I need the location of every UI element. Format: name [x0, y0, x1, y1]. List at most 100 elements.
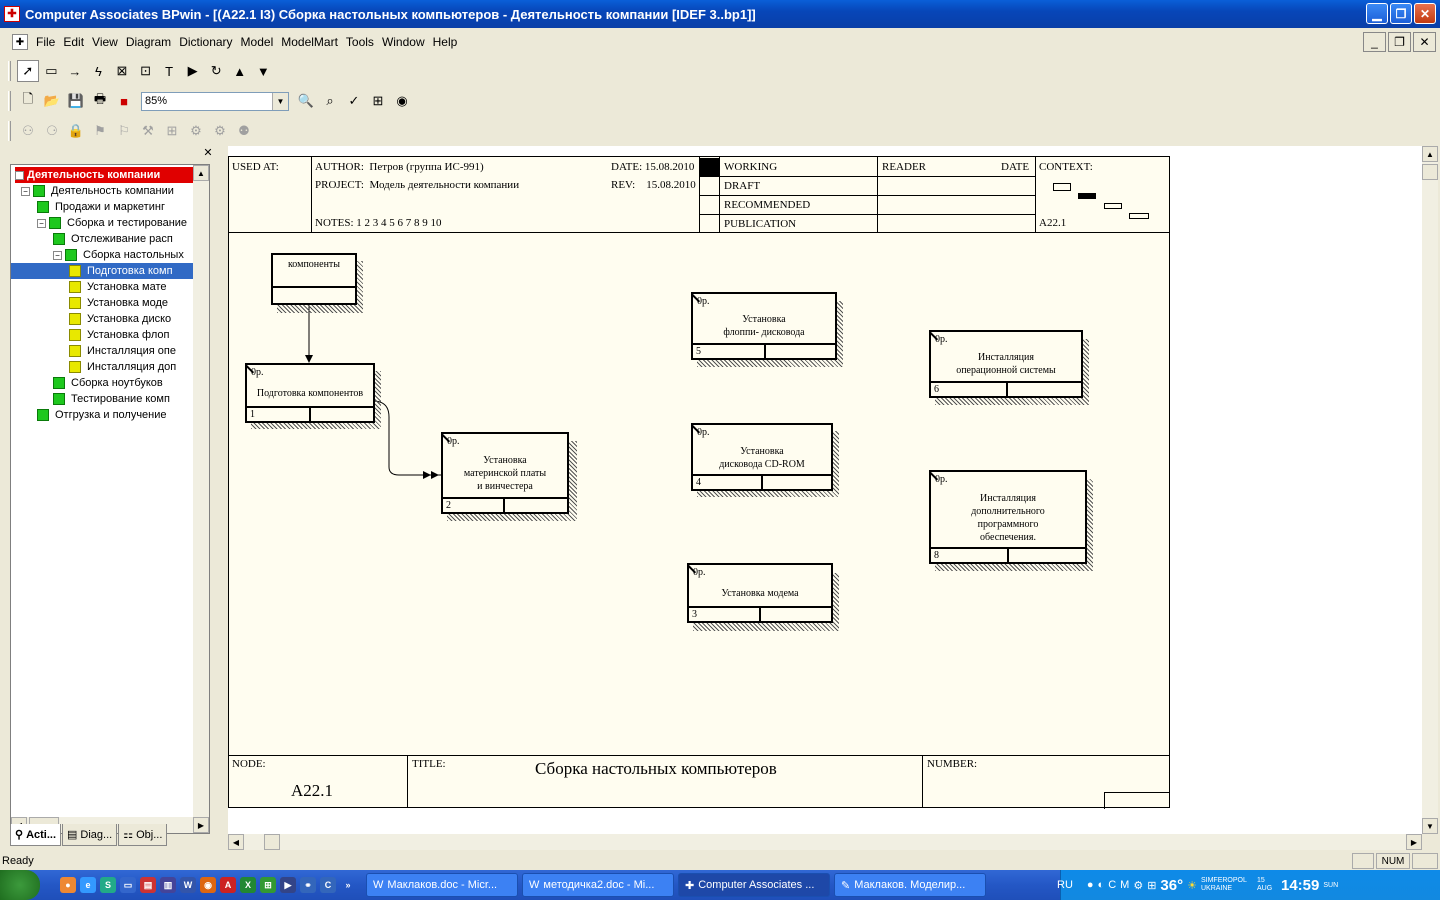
activity-block-5[interactable]: 0р. Установка флоппи- дисковода 5: [685, 292, 837, 360]
tree-item[interactable]: Тестирование комп: [53, 391, 170, 407]
document-icon[interactable]: ✚: [12, 34, 28, 50]
desktop-icon[interactable]: ▭: [120, 877, 136, 893]
tree-item[interactable]: Инсталляция опе: [69, 343, 176, 359]
media-icon[interactable]: ▶: [280, 877, 296, 893]
tray-icon[interactable]: ⊞: [1147, 879, 1156, 892]
up-level-icon[interactable]: ▲: [229, 60, 251, 82]
tab-diagrams[interactable]: ▤ Diag...: [62, 824, 118, 846]
menu-dictionary[interactable]: Dictionary: [175, 35, 236, 49]
menu-view[interactable]: View: [88, 35, 122, 49]
doc-close-button[interactable]: ✕: [1413, 32, 1436, 52]
tray-icon[interactable]: ⚙: [1133, 879, 1143, 892]
menu-model[interactable]: Model: [237, 35, 278, 49]
activity-block-2[interactable]: 0р. Установка материнской платы и винчес…: [435, 432, 569, 514]
tree-item[interactable]: Установка флоп: [69, 327, 169, 343]
box-tool-icon[interactable]: ▭: [41, 60, 63, 82]
task-button[interactable]: W Маклаков.doc - Micr...: [366, 873, 518, 897]
tree-root[interactable]: ⊟ Деятельность компании: [15, 167, 193, 183]
tray-icon[interactable]: M: [1120, 879, 1129, 891]
tree-item-selected[interactable]: Подготовка комп: [11, 263, 195, 279]
tab-objects[interactable]: ⚏ Obj...: [118, 824, 168, 846]
doc-restore-button[interactable]: ❐: [1388, 32, 1411, 52]
diagram-canvas[interactable]: USED AT: AUTHOR: Петров (группа ИС-991) …: [228, 146, 1422, 834]
referent-components[interactable]: компоненты: [271, 253, 357, 305]
go-to-parent-icon[interactable]: ▶: [182, 60, 204, 82]
model-explorer-icon[interactable]: ⊞: [367, 90, 389, 112]
menu-file[interactable]: File: [32, 35, 59, 49]
tree-item[interactable]: Инсталляция доп: [69, 359, 176, 375]
close-button[interactable]: ✕: [1414, 3, 1436, 24]
tree-item[interactable]: Установка диско: [69, 311, 171, 327]
zoom-fit-icon[interactable]: ⌕: [319, 90, 341, 112]
zoom-in-icon[interactable]: 🔍: [295, 90, 317, 112]
referent-tool-icon[interactable]: ⊠: [111, 60, 133, 82]
app-icon[interactable]: ▤: [140, 877, 156, 893]
tree-item[interactable]: − Деятельность компании: [21, 183, 174, 199]
tree-item[interactable]: Сборка ноутбуков: [53, 375, 163, 391]
skype-icon[interactable]: S: [100, 877, 116, 893]
excel-icon[interactable]: X: [240, 877, 256, 893]
tree-item[interactable]: Продажи и маркетинг: [37, 199, 165, 215]
menu-help[interactable]: Help: [429, 35, 462, 49]
firefox-icon[interactable]: ◉: [200, 877, 216, 893]
tree-item[interactable]: − Сборка настольных: [53, 247, 184, 263]
tree-item[interactable]: − Сборка и тестирование: [37, 215, 187, 231]
tree-vertical-scrollbar[interactable]: ▲: [193, 165, 209, 817]
refresh-icon[interactable]: ↻: [205, 60, 227, 82]
junction-tool-icon[interactable]: ⊡: [135, 60, 157, 82]
activity-block-3[interactable]: 0р. Установка модема 3: [681, 563, 833, 623]
canvas-horizontal-scrollbar[interactable]: ◀ ▶: [228, 834, 1422, 850]
menu-edit[interactable]: Edit: [59, 35, 88, 49]
spell-check-icon[interactable]: ✓: [343, 90, 365, 112]
pointer-tool-icon[interactable]: ➚: [16, 60, 39, 82]
zoom-select[interactable]: 85% ▼: [141, 91, 289, 111]
activity-block-8[interactable]: 0р. Инсталляция дополнительного программ…: [923, 470, 1087, 564]
tray-icon[interactable]: ●: [1087, 879, 1094, 891]
activity-block-6[interactable]: 0р. Инсталляция операционной системы 6: [923, 330, 1083, 398]
down-level-icon[interactable]: ▼: [252, 60, 274, 82]
minimize-button[interactable]: ▁: [1366, 3, 1388, 24]
collapse-icon[interactable]: ⊟: [15, 170, 24, 180]
ie-icon[interactable]: e: [80, 877, 96, 893]
tree-item[interactable]: Установка мате: [69, 279, 167, 295]
chevron-down-icon[interactable]: ▼: [272, 92, 288, 110]
task-button-active[interactable]: ✚ Computer Associates ...: [678, 873, 830, 897]
task-button[interactable]: ✎ Маклаков. Моделир...: [834, 873, 986, 897]
app-icon[interactable]: ⊞: [260, 877, 276, 893]
word-icon[interactable]: W: [180, 877, 196, 893]
text-tool-icon[interactable]: T: [158, 60, 180, 82]
tray-icon[interactable]: ◐: [1098, 879, 1105, 891]
menu-modelmart[interactable]: ModelMart: [277, 35, 342, 49]
print-icon[interactable]: 🖶: [89, 90, 111, 112]
acrobat-icon[interactable]: A: [220, 877, 236, 893]
tree-item[interactable]: Отгрузка и получение: [37, 407, 167, 423]
open-icon[interactable]: 📂: [41, 90, 63, 112]
tree-item[interactable]: Отслеживание расп: [53, 231, 173, 247]
activity-block-1[interactable]: 0р. Подготовка компонентов 1: [239, 363, 375, 423]
color-icon[interactable]: ■: [113, 90, 135, 112]
chrome-icon[interactable]: ●: [60, 877, 76, 893]
chevron-right-icon[interactable]: »: [340, 877, 356, 893]
menu-window[interactable]: Window: [378, 35, 429, 49]
tray-icon[interactable]: C: [1108, 879, 1116, 891]
canvas-vertical-scrollbar[interactable]: ▲ ▼: [1422, 146, 1438, 834]
squiggle-tool-icon[interactable]: ϟ: [88, 60, 110, 82]
tab-activities[interactable]: ⚲ Acti...: [10, 824, 62, 846]
activity-block-4[interactable]: 0р. Установка дисковода CD-ROM 4: [685, 423, 833, 491]
language-indicator[interactable]: RU: [1057, 879, 1073, 891]
tree-item[interactable]: Установка моде: [69, 295, 168, 311]
app-icon[interactable]: ▥: [160, 877, 176, 893]
modelmart-icon[interactable]: ◉: [391, 90, 413, 112]
network-icon[interactable]: ⚭: [300, 877, 316, 893]
menu-diagram[interactable]: Diagram: [122, 35, 175, 49]
arrow-tool-icon[interactable]: →: [64, 60, 86, 82]
close-icon[interactable]: ✕: [202, 148, 214, 160]
new-icon[interactable]: 🗋: [17, 90, 39, 112]
doc-minimize-button[interactable]: _: [1363, 32, 1386, 52]
menu-tools[interactable]: Tools: [342, 35, 378, 49]
save-icon[interactable]: 💾: [65, 90, 87, 112]
restore-button[interactable]: ❐: [1390, 3, 1412, 24]
start-button[interactable]: [0, 870, 40, 900]
task-button[interactable]: Wметодичка2.doc - Mi...: [522, 873, 674, 897]
app-icon[interactable]: C: [320, 877, 336, 893]
